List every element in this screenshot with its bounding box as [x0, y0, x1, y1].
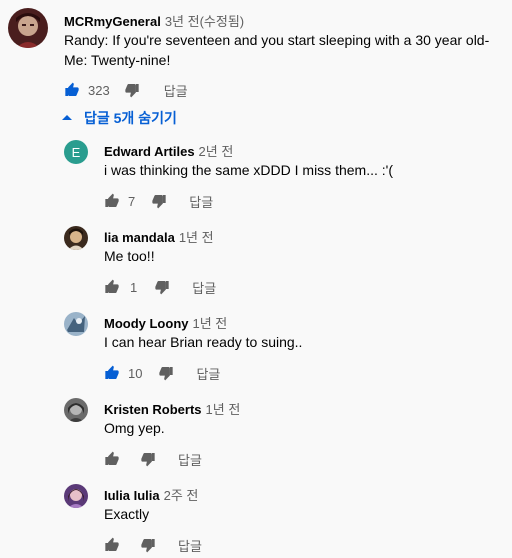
reply-text: Me too!! — [104, 248, 155, 264]
reply-author[interactable]: Edward Artiles 2년 전 — [104, 141, 233, 160]
avatar[interactable] — [64, 312, 88, 336]
thumb-down-icon[interactable] — [124, 82, 140, 98]
author-name[interactable]: MCRmyGeneral — [64, 14, 161, 29]
thumb-down-icon[interactable] — [154, 279, 170, 295]
comment-timestamp[interactable]: 1년 전 — [206, 402, 241, 417]
reply-text: i was thinking the same xDDD I miss them… — [104, 162, 393, 178]
avatar[interactable] — [64, 484, 88, 508]
comment-actions: 323 답글 — [64, 80, 188, 100]
author-name[interactable]: lia mandala — [104, 230, 175, 245]
caret-up-icon — [62, 114, 72, 122]
reply-actions: 답글 — [104, 535, 202, 555]
reply-button[interactable]: 답글 — [178, 536, 202, 555]
avatar[interactable] — [64, 226, 88, 250]
thumb-up-filled-icon[interactable] — [64, 82, 80, 98]
comment-timestamp[interactable]: 2년 전 — [199, 144, 234, 159]
hide-replies-button[interactable]: 답글 5개 숨기기 — [62, 108, 177, 128]
thumb-up-icon[interactable] — [104, 451, 120, 467]
reply-button[interactable]: 답글 — [164, 81, 188, 100]
reply-actions: 답글 — [104, 449, 202, 469]
avatar-letter: E — [71, 144, 81, 160]
thumb-up-icon[interactable] — [104, 193, 120, 209]
reply-actions: 10 답글 — [104, 363, 220, 383]
reply-author[interactable]: lia mandala 1년 전 — [104, 227, 214, 246]
comment-author[interactable]: MCRmyGeneral 3년 전(수정됨) — [64, 11, 244, 30]
reply-button[interactable]: 답글 — [192, 278, 216, 297]
reply-author[interactable]: Kristen Roberts 1년 전 — [104, 399, 240, 418]
thumb-up-icon[interactable] — [104, 537, 120, 553]
like-count: 1 — [130, 279, 138, 295]
thumb-down-icon[interactable] — [140, 451, 156, 467]
thumb-up-filled-icon[interactable] — [104, 365, 120, 381]
hide-replies-label: 답글 5개 숨기기 — [84, 110, 177, 126]
like-count: 10 — [128, 365, 143, 381]
author-name[interactable]: Iulia Iulia — [104, 488, 160, 503]
reply-button[interactable]: 답글 — [189, 192, 213, 211]
avatar[interactable] — [8, 8, 48, 48]
comment-timestamp[interactable]: 1년 전 — [193, 316, 228, 331]
like-count: 7 — [128, 193, 136, 209]
comment-timestamp[interactable]: 3년 전(수정됨) — [165, 14, 244, 29]
thumb-down-icon[interactable] — [158, 365, 174, 381]
author-name[interactable]: Kristen Roberts — [104, 402, 202, 417]
reply-button[interactable]: 답글 — [196, 364, 220, 383]
comment-thread: MCRmyGeneral 3년 전(수정됨) Randy: If you're s… — [0, 0, 512, 558]
comment-timestamp[interactable]: 1년 전 — [179, 230, 214, 245]
thumb-up-icon[interactable] — [104, 279, 120, 295]
reply-author[interactable]: Iulia Iulia 2주 전 — [104, 485, 198, 504]
reply-text: Exactly — [104, 506, 150, 522]
avatar[interactable]: E — [64, 140, 88, 164]
reply-button[interactable]: 답글 — [178, 450, 202, 469]
comment-text-line-2: Me: Twenty-nine! — [64, 52, 171, 68]
reply-author[interactable]: Moody Loony 1년 전 — [104, 313, 227, 332]
author-name[interactable]: Moody Loony — [104, 316, 189, 331]
reply-actions: 7 답글 — [104, 191, 213, 211]
reply-actions: 1 답글 — [104, 277, 216, 297]
like-count: 323 — [88, 82, 110, 98]
reply-text: Omg yep. — [104, 420, 165, 436]
reply-text: I can hear Brian ready to suing.. — [104, 334, 303, 350]
thumb-down-icon[interactable] — [151, 193, 167, 209]
author-name[interactable]: Edward Artiles — [104, 144, 195, 159]
comment-text-line-1: Randy: If you're seventeen and you start… — [64, 32, 490, 48]
thumb-down-icon[interactable] — [140, 537, 156, 553]
comment-timestamp[interactable]: 2주 전 — [164, 488, 199, 503]
avatar[interactable] — [64, 398, 88, 422]
